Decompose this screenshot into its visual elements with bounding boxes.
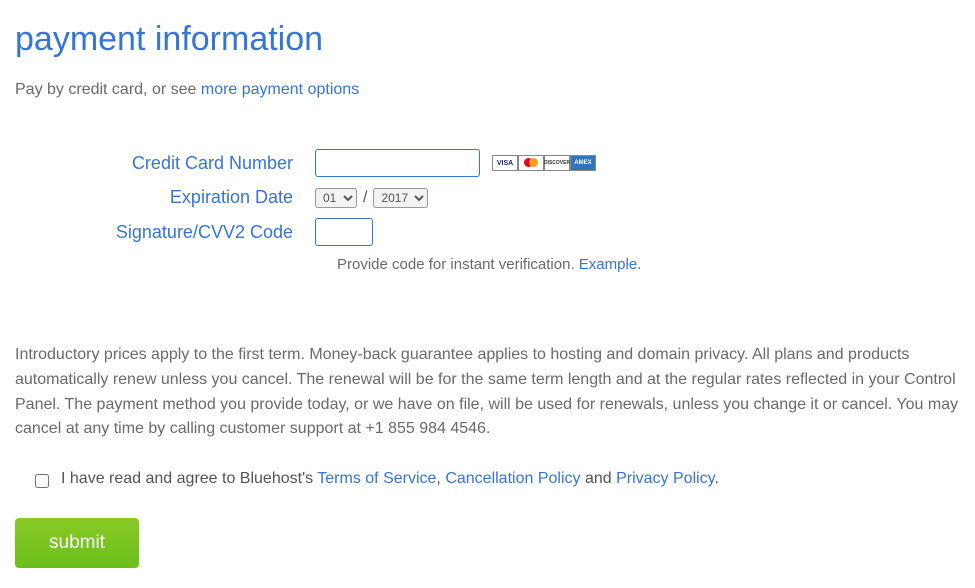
exp-month-select[interactable]: 01 — [315, 188, 357, 208]
cvv-input[interactable] — [315, 218, 373, 246]
cvv-help: Provide code for instant verification. E… — [315, 256, 960, 273]
cancellation-link[interactable]: Cancellation Policy — [445, 470, 580, 487]
more-payment-options-link[interactable]: more payment options — [201, 81, 359, 98]
cvv-help-text: Provide code for instant verification. — [337, 256, 579, 273]
exp-year-select[interactable]: 2017 — [373, 188, 428, 208]
pay-by-prefix: Pay by credit card, or see — [15, 81, 201, 98]
cvv-example-link[interactable]: Example — [579, 256, 637, 273]
submit-button[interactable]: submit — [15, 518, 139, 568]
amex-icon: AMEX — [570, 155, 596, 171]
tos-link[interactable]: Terms of Service — [317, 470, 436, 487]
discover-icon: DISCOVER — [544, 155, 570, 171]
page-title: payment information — [15, 20, 960, 59]
cvv-label: Signature/CVV2 Code — [15, 222, 315, 243]
agree-prefix: I have read and agree to Bluehost's — [61, 470, 317, 487]
exp-slash: / — [363, 189, 367, 207]
cc-input[interactable] — [315, 149, 480, 177]
privacy-link[interactable]: Privacy Policy — [616, 470, 714, 487]
cvv-help-period: . — [637, 256, 641, 273]
agree-text: I have read and agree to Bluehost's Term… — [61, 470, 719, 488]
exp-row: Expiration Date 01 / 2017 — [15, 187, 960, 208]
agree-checkbox[interactable] — [35, 474, 49, 488]
pay-by-line: Pay by credit card, or see more payment … — [15, 81, 960, 99]
card-logos: VISA DISCOVER AMEX — [492, 155, 596, 171]
cvv-row: Signature/CVV2 Code — [15, 218, 960, 246]
agree-row: I have read and agree to Bluehost's Term… — [35, 470, 960, 488]
cvv-field — [315, 218, 373, 246]
agree-and: and — [581, 470, 617, 487]
cc-field: VISA DISCOVER AMEX — [315, 149, 596, 177]
exp-field: 01 / 2017 — [315, 188, 428, 208]
cc-label: Credit Card Number — [15, 153, 315, 174]
agree-period: . — [714, 470, 718, 487]
agree-comma: , — [436, 470, 445, 487]
mastercard-icon — [518, 155, 544, 171]
exp-label: Expiration Date — [15, 187, 315, 208]
disclaimer-text: Introductory prices apply to the first t… — [15, 343, 960, 442]
cc-row: Credit Card Number VISA DISCOVER AMEX — [15, 149, 960, 177]
payment-form: Credit Card Number VISA DISCOVER AMEX Ex… — [15, 149, 960, 273]
visa-icon: VISA — [492, 155, 518, 171]
